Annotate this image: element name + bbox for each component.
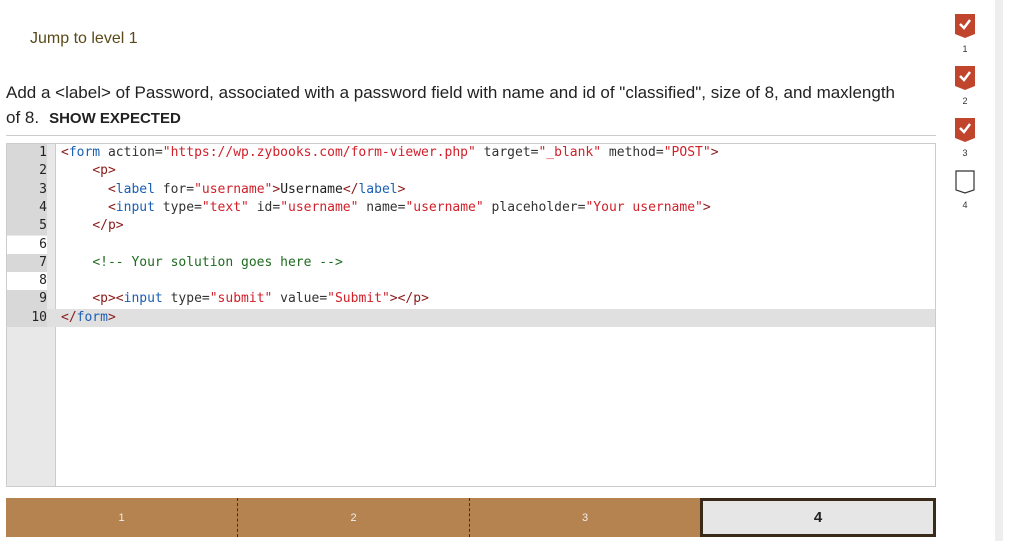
code-line[interactable]: 1 <form action="https://wp.zybooks.com/fo… — [7, 144, 935, 163]
progress-segment-2[interactable]: 2 — [238, 498, 470, 537]
code-text: <input type="text" id="username" name="u… — [107, 199, 711, 215]
code-text: </form> — [61, 309, 116, 325]
code-line[interactable]: 3 <label for="username">Username</label> — [7, 180, 935, 199]
instructions: Add a <label> of Password, associated wi… — [6, 80, 906, 131]
level-3-indicator[interactable]: 3 — [954, 118, 976, 158]
line-number: 6 — [7, 235, 47, 254]
code-line[interactable]: 6 — [7, 235, 935, 254]
code-line[interactable]: 4 <input type="text" id="username" name=… — [7, 198, 935, 218]
level-number: 4 — [962, 200, 968, 210]
line-number: 1 — [7, 144, 47, 163]
checkmark-badge-icon — [955, 14, 975, 38]
code-line[interactable]: 9 <p><input type="submit" value="Submit"… — [7, 290, 935, 309]
code-line[interactable]: 5 </p> — [7, 217, 935, 236]
level-1-indicator[interactable]: 1 — [954, 14, 976, 54]
code-line[interactable]: 7 <!-- Your solution goes here --> — [7, 253, 935, 273]
level-number: 3 — [962, 148, 968, 158]
progress-segment-1[interactable]: 1 — [6, 498, 238, 537]
line-number: 2 — [7, 162, 47, 181]
checkmark-badge-icon — [955, 66, 975, 90]
code-text: </p> — [92, 218, 124, 234]
code-text: <p><input type="submit" value="Submit"><… — [92, 291, 429, 307]
code-line[interactable]: 10 </form> — [7, 308, 935, 327]
divider — [6, 135, 936, 136]
code-text: <form action="https://wp.zybooks.com/for… — [61, 145, 719, 160]
line-number: 9 — [7, 290, 47, 309]
code-text: <p> — [92, 163, 116, 179]
line-number: 3 — [7, 180, 47, 199]
line-number: 8 — [7, 272, 47, 291]
line-number: 7 — [7, 253, 47, 273]
level-4-indicator[interactable]: 4 — [954, 170, 976, 210]
level-2-indicator[interactable]: 2 — [954, 66, 976, 106]
code-text: <label for="username">Username</label> — [107, 181, 406, 197]
progress-segment-4-current[interactable]: 4 — [700, 498, 936, 537]
level-number: 2 — [962, 96, 968, 106]
line-number: 4 — [7, 198, 47, 218]
code-line[interactable]: 8 — [7, 272, 935, 291]
code-text: <!-- Your solution goes here --> — [92, 254, 343, 270]
checkmark-badge-icon — [955, 118, 975, 142]
code-editor[interactable]: 1 <form action="https://wp.zybooks.com/fo… — [6, 143, 936, 487]
line-number: 10 — [7, 308, 47, 327]
scrollbar[interactable] — [995, 0, 1003, 541]
jump-to-level-link[interactable]: Jump to level 1 — [30, 30, 138, 48]
show-expected-button[interactable]: SHOW EXPECTED — [49, 110, 181, 127]
empty-badge-icon — [955, 170, 975, 194]
level-number: 1 — [962, 44, 968, 54]
progress-segment-3[interactable]: 3 — [470, 498, 700, 537]
line-number: 5 — [7, 217, 47, 236]
code-line[interactable]: 2 <p> — [7, 162, 935, 181]
